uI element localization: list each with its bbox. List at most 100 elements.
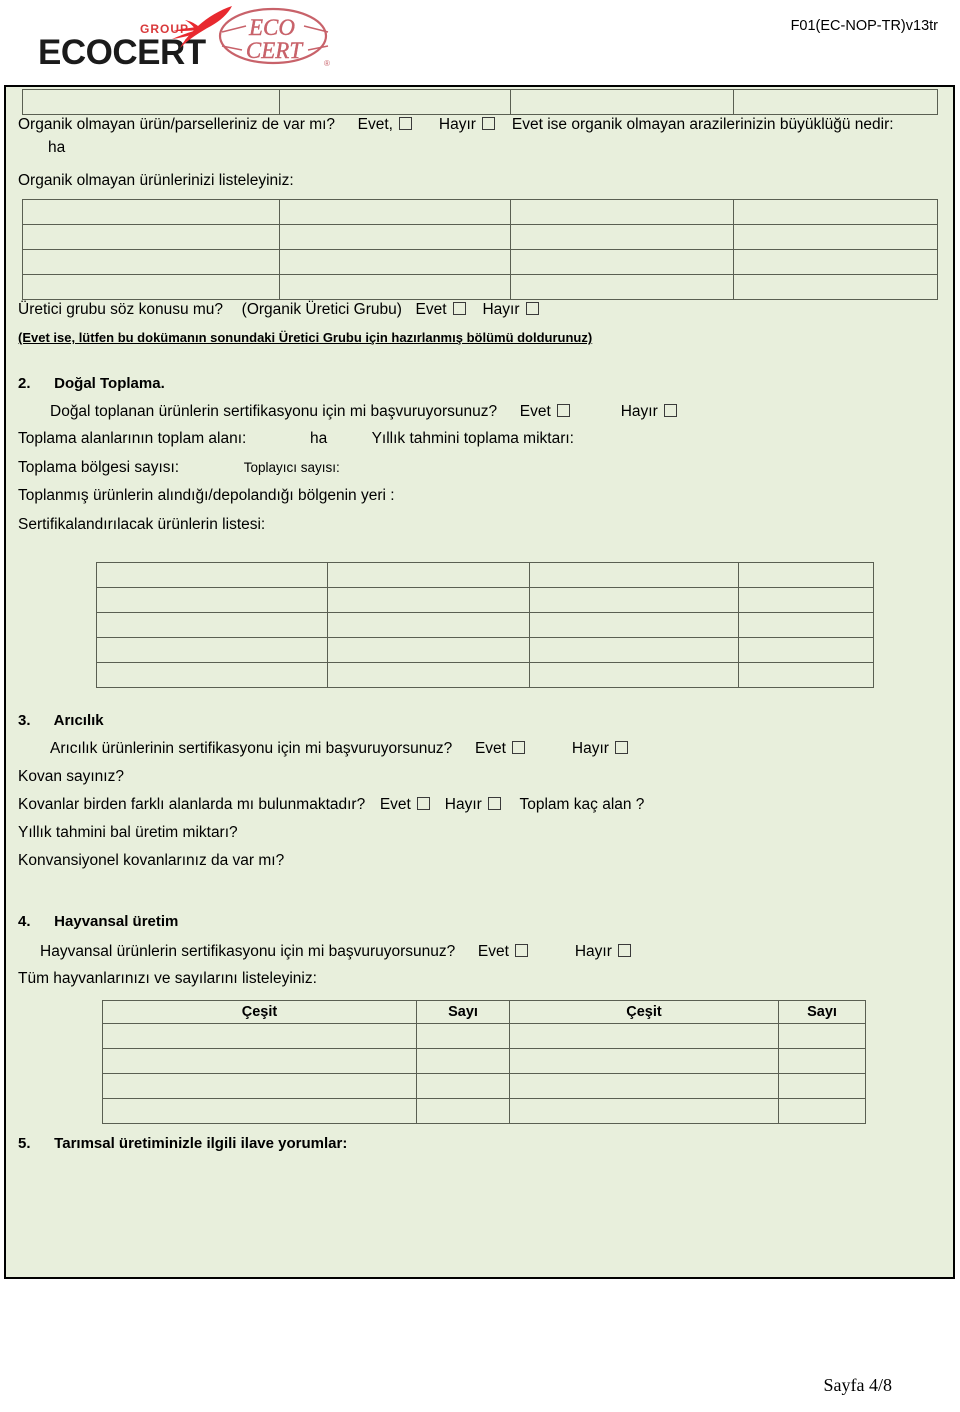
table-cell[interactable] [96, 662, 328, 688]
evet-checkbox[interactable] [417, 797, 431, 810]
ecocert-logo: GROUP ECOCERT ECO CERT ® [34, 4, 334, 72]
table-cell[interactable] [327, 637, 530, 663]
section-4-number: 4. [18, 913, 31, 930]
table-cell[interactable] [22, 199, 280, 225]
table-cell[interactable] [102, 1073, 417, 1099]
table-row [96, 612, 874, 638]
hayir-checkbox[interactable] [615, 741, 629, 754]
table-cell[interactable] [510, 224, 734, 250]
hayir-checkbox[interactable] [664, 404, 678, 417]
table-cell[interactable] [510, 249, 734, 275]
section-3-heading: 3. Arıcılık [18, 712, 104, 729]
table-cell[interactable] [22, 224, 280, 250]
evet-checkbox[interactable] [452, 302, 466, 315]
svg-text:CERT: CERT [246, 38, 304, 63]
table-cell[interactable] [733, 224, 938, 250]
document-code: F01(EC-NOP-TR)v13tr [790, 18, 938, 34]
hive-count-question: Kovan sayınız? [18, 768, 124, 785]
table-cell[interactable] [529, 637, 739, 663]
table-row [22, 89, 938, 115]
table-cell[interactable] [738, 612, 874, 638]
table-cell[interactable] [529, 562, 739, 588]
table-cell[interactable] [529, 587, 739, 613]
table-cell[interactable] [327, 612, 530, 638]
table-row [22, 249, 938, 275]
section-4-cert-question-row: Hayvansal ürünlerin sertifikasyonu için … [40, 942, 633, 962]
table-cell[interactable] [529, 612, 739, 638]
table-cell[interactable] [733, 274, 938, 300]
table-cell[interactable] [327, 587, 530, 613]
section-3-number: 3. [18, 712, 31, 729]
table-cell[interactable] [327, 662, 530, 688]
table-cell[interactable] [102, 1023, 417, 1049]
hayir-checkbox[interactable] [488, 797, 502, 810]
table-cell[interactable] [778, 1073, 866, 1099]
section-2-number: 2. [18, 375, 31, 392]
section-4-heading: 4. Hayvansal üretim [18, 913, 178, 930]
hayir-checkbox[interactable] [618, 944, 632, 957]
table-cell[interactable] [733, 249, 938, 275]
table-cell[interactable] [738, 637, 874, 663]
table-cell[interactable] [416, 1023, 510, 1049]
section-2-counts-row: Toplama bölgesi sayısı: Toplayıcı sayısı… [18, 458, 340, 478]
table-cell[interactable] [327, 562, 530, 588]
section-3-multiarea-row: Kovanlar birden farklı alanlarda mı bulu… [18, 795, 644, 815]
evet-checkbox[interactable] [512, 741, 526, 754]
table-cell[interactable] [102, 1048, 417, 1074]
evet-checkbox[interactable] [557, 404, 571, 417]
table-cell[interactable] [733, 89, 938, 115]
table-cell[interactable] [738, 587, 874, 613]
table-cell[interactable] [416, 1098, 510, 1124]
table-cell[interactable] [510, 199, 734, 225]
table-cell[interactable] [733, 199, 938, 225]
producer-group-note: (Evet ise, lütfen bu dokümanın sonundaki… [18, 330, 593, 345]
producer-group-parenthetical: (Organik Üretici Grubu) [241, 301, 402, 318]
section-2-area-row: Toplama alanlarının toplam alanı: ha Yıl… [18, 429, 574, 449]
hayir-checkbox[interactable] [525, 302, 539, 315]
table-cell[interactable] [22, 274, 280, 300]
table-cell[interactable] [416, 1073, 510, 1099]
table-cell[interactable] [96, 587, 328, 613]
svg-text:®: ® [324, 59, 330, 68]
top-strip-table [22, 89, 938, 115]
column-header-sayi-1: Sayı [416, 1000, 510, 1024]
table-cell[interactable] [509, 1073, 779, 1099]
hayir-label: Hayır [444, 796, 482, 813]
hayir-label: Hayır [482, 301, 520, 318]
table-row [22, 224, 938, 250]
multi-area-question: Kovanlar birden farklı alanlarda mı bulu… [18, 796, 366, 813]
table-cell[interactable] [509, 1023, 779, 1049]
table-cell[interactable] [778, 1023, 866, 1049]
table-cell[interactable] [778, 1048, 866, 1074]
table-cell[interactable] [96, 637, 328, 663]
table-cell[interactable] [510, 89, 734, 115]
table-cell[interactable] [738, 662, 874, 688]
table-cell[interactable] [529, 662, 739, 688]
table-cell[interactable] [22, 249, 280, 275]
table-cell[interactable] [509, 1048, 779, 1074]
table-cell[interactable] [279, 249, 511, 275]
table-cell[interactable] [738, 562, 874, 588]
conventional-hives-question: Konvansiyonel kovanlarınız da var mı? [18, 852, 285, 869]
hayir-label: Hayır [571, 740, 609, 757]
evet-checkbox[interactable] [515, 944, 529, 957]
honey-estimate-question: Yıllık tahmini bal üretim miktarı? [18, 824, 238, 841]
table-row [96, 587, 874, 613]
hayir-checkbox[interactable] [482, 117, 496, 130]
table-cell[interactable] [279, 224, 511, 250]
table-cell[interactable] [416, 1048, 510, 1074]
table-cell[interactable] [102, 1098, 417, 1124]
table-cell[interactable] [279, 199, 511, 225]
table-cell[interactable] [279, 274, 511, 300]
table-cell[interactable] [96, 612, 328, 638]
table-cell[interactable] [778, 1098, 866, 1124]
nonorganic-question-row: Organik olmayan ürün/parselleriniz de va… [18, 115, 948, 135]
table-cell[interactable] [279, 89, 511, 115]
table-cell[interactable] [509, 1098, 779, 1124]
evet-checkbox[interactable] [399, 117, 413, 130]
table-cell[interactable] [96, 562, 328, 588]
table-cell[interactable] [510, 274, 734, 300]
evet-label: Evet, [357, 116, 393, 133]
producer-group-question-row: Üretici grubu söz konusu mu? (Organik Ür… [18, 300, 541, 320]
table-cell[interactable] [22, 89, 280, 115]
